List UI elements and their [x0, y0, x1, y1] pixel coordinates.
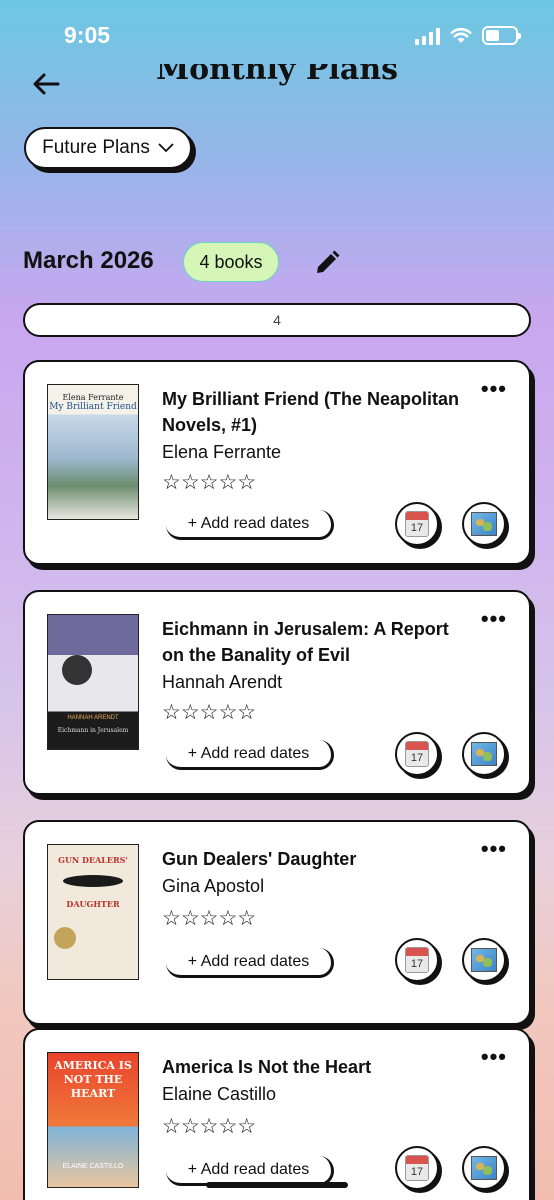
star-rating[interactable]: ☆☆☆☆☆ [162, 1114, 256, 1139]
award-seal [54, 927, 76, 949]
cover-text: ELAINE CASTILLO [62, 1163, 124, 1170]
book-author: Elena Ferrante [162, 442, 282, 462]
star-rating[interactable]: ☆☆☆☆☆ [162, 470, 256, 495]
arrow-left-icon [33, 73, 60, 95]
more-options-button[interactable]: ••• [481, 838, 507, 860]
book-card[interactable]: AMERICA IS NOT THE HEART ELAINE CASTILLO… [23, 1028, 531, 1200]
map-button[interactable] [462, 502, 506, 546]
back-button[interactable] [28, 66, 64, 102]
star-rating[interactable]: ☆☆☆☆☆ [162, 700, 256, 725]
dropdown-label: Future Plans [42, 137, 150, 158]
map-button[interactable] [462, 1146, 506, 1190]
book-card[interactable]: GUN DEALERS' DAUGHTER Gun Dealers' Daugh… [23, 820, 531, 1025]
cover-text: Elena Ferrante [62, 393, 124, 402]
chevron-down-icon [158, 143, 174, 153]
cover-text: DAUGHTER [66, 899, 120, 909]
cover-text: HANNAH ARENDT [67, 715, 119, 721]
calendar-button[interactable]: 17 [395, 732, 439, 776]
book-cover: GUN DEALERS' DAUGHTER [47, 844, 139, 980]
book-author: Elaine Castillo [162, 1084, 277, 1104]
calendar-day: 17 [410, 752, 424, 764]
calendar-icon: 17 [405, 1155, 429, 1181]
cover-text: My Brilliant Friend [49, 402, 137, 412]
map-button[interactable] [462, 732, 506, 776]
status-bar: 9:05 [0, 0, 554, 72]
calendar-icon: 17 [405, 947, 429, 973]
add-read-dates-button[interactable]: + Add read dates [166, 510, 334, 540]
eyes-shape [63, 875, 123, 887]
progress-label: 4 [273, 312, 281, 328]
status-icons [415, 26, 521, 45]
book-cover: AMERICA IS NOT THE HEART ELAINE CASTILLO [47, 1052, 139, 1188]
book-cover: Elena Ferrante My Brilliant Friend [47, 384, 139, 520]
more-options-button[interactable]: ••• [481, 1046, 507, 1068]
map-icon [471, 1156, 497, 1180]
book-title[interactable]: Gun Dealers' Daughter [162, 846, 472, 872]
book-card[interactable]: HANNAH ARENDT Eichmann in Jerusalem Eich… [23, 590, 531, 795]
map-icon [471, 512, 497, 536]
month-title: March 2026 [23, 247, 154, 274]
cover-text: AMERICA IS NOT THE HEART [54, 1059, 132, 1100]
status-time: 9:05 [64, 22, 111, 48]
calendar-icon: 17 [405, 741, 429, 767]
cover-text: Eichmann in Jerusalem [57, 727, 129, 734]
calendar-day: 17 [410, 958, 424, 970]
portrait-shape [62, 655, 92, 685]
future-plans-dropdown[interactable]: Future Plans [24, 127, 192, 169]
calendar-button[interactable]: 17 [395, 938, 439, 982]
add-read-dates-button[interactable]: + Add read dates [166, 948, 334, 978]
book-card[interactable]: Elena Ferrante My Brilliant Friend My Br… [23, 360, 531, 565]
book-title[interactable]: My Brilliant Friend (The Neapolitan Nove… [162, 386, 472, 438]
book-cover: HANNAH ARENDT Eichmann in Jerusalem [47, 614, 139, 750]
wifi-icon [450, 27, 472, 43]
map-button[interactable] [462, 938, 506, 982]
calendar-day: 17 [410, 1166, 424, 1178]
calendar-day: 17 [410, 522, 424, 534]
calendar-icon: 17 [405, 511, 429, 537]
home-indicator[interactable] [206, 1182, 348, 1188]
book-title[interactable]: America Is Not the Heart [162, 1054, 472, 1080]
map-icon [471, 948, 497, 972]
map-icon [471, 742, 497, 766]
star-rating[interactable]: ☆☆☆☆☆ [162, 906, 256, 931]
edit-button[interactable] [313, 249, 341, 277]
book-title[interactable]: Eichmann in Jerusalem: A Report on the B… [162, 616, 472, 668]
book-count-badge: 4 books [183, 242, 279, 282]
calendar-button[interactable]: 17 [395, 1146, 439, 1190]
pencil-icon [317, 250, 340, 273]
more-options-button[interactable]: ••• [481, 608, 507, 630]
progress-bar: 4 [23, 303, 531, 337]
more-options-button[interactable]: ••• [481, 378, 507, 400]
cellular-signal-icon [415, 27, 440, 45]
add-read-dates-button[interactable]: + Add read dates [166, 740, 334, 770]
book-author: Gina Apostol [162, 876, 265, 896]
book-author: Hannah Arendt [162, 672, 283, 692]
calendar-button[interactable]: 17 [395, 502, 439, 546]
battery-icon [482, 26, 521, 45]
cover-text: GUN DEALERS' [58, 855, 128, 865]
